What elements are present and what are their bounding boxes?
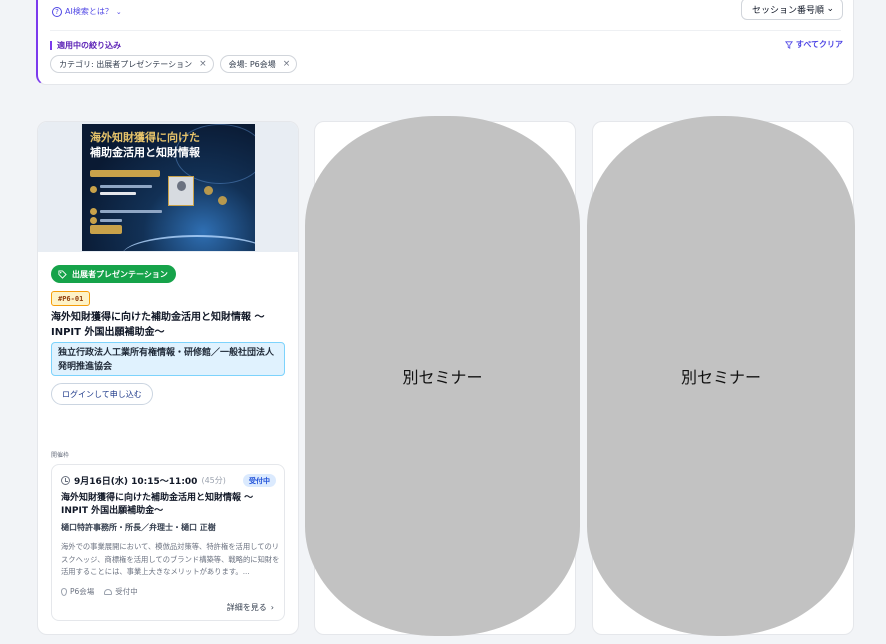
slot-duration: (45分) (201, 476, 226, 485)
chevron-down-icon: ⌄ (115, 7, 122, 16)
chevron-right-icon: › (270, 603, 274, 612)
details-link[interactable]: 詳細を見る › (227, 602, 274, 613)
sort-select[interactable]: セッション番号順 ⌄ (741, 0, 843, 20)
earth-glow (122, 235, 255, 251)
free-badge (90, 225, 122, 234)
clock-icon (61, 476, 70, 485)
filter-chip-category[interactable]: カテゴリ: 出展者プレゼンテーション × (50, 55, 214, 73)
overlay-label: 別セミナー (680, 368, 761, 387)
chip-label: 会場: P6会場 (228, 59, 276, 69)
details-link-label: 詳細を見る (226, 603, 267, 612)
close-icon[interactable]: × (199, 59, 207, 69)
thumbnail-line (100, 192, 136, 195)
session-title[interactable]: 海外知財獲得に向けた補助金活用と知財情報 〜INPIT 外国出願補助金〜 (51, 310, 291, 340)
speaker-photo (168, 176, 194, 206)
filter-chip-venue[interactable]: 会場: P6会場 × (219, 55, 298, 73)
question-icon: ? (52, 6, 62, 17)
people-icon (104, 588, 113, 595)
slot-time: 9月16日(水) 10:15〜11:00 (45分) (61, 474, 226, 487)
location-pin-icon (61, 587, 67, 596)
divider (50, 30, 841, 31)
thumbnail-title: 海外知財獲得に向けた 補助金活用と知財情報 (90, 130, 200, 160)
slot-venue-text: P6会場 (70, 587, 95, 596)
calendar-icon (90, 208, 97, 215)
clear-all-button[interactable]: すべてクリア (784, 39, 843, 50)
seminar-card: 海外知財獲得に向けた 補助金活用と知財情報 出展者プレゼンテーション #P6-0… (37, 121, 299, 635)
tag-icon (58, 269, 67, 279)
thumbnail-title-line2: 補助金活用と知財情報 (90, 146, 200, 159)
overlay-label: 別セミナー (402, 368, 483, 387)
session-code-badge: #P6-01 (51, 291, 91, 306)
chip-label: カテゴリ: 出展者プレゼンテーション (59, 59, 193, 69)
orb-graphic (204, 186, 213, 195)
session-slot-card[interactable]: 9月16日(水) 10:15〜11:00 (45分) 受付中 海外知財獲得に向け… (51, 464, 285, 621)
slots-section-label: 開催枠 (51, 452, 70, 459)
thumbnail-line (100, 185, 152, 188)
slot-time-text: 9月16日(水) 10:15〜11:00 (74, 477, 198, 487)
login-to-apply-button[interactable]: ログインして申し込む (51, 383, 153, 405)
filter-icon (784, 40, 793, 49)
slot-reception: 受付中 (104, 586, 138, 597)
thumbnail-title-line1: 海外知財獲得に向けた (90, 131, 200, 144)
redacted-seminar-overlay: 別セミナー (305, 116, 580, 636)
ai-help-label: AI検索とは？ (65, 7, 113, 16)
location-icon (90, 217, 97, 224)
slot-description: 海外での事業展開において、模倣品対策等、特許権を活用してのリスクヘッジ、商標権を… (61, 542, 280, 576)
slot-venue: P6会場 (61, 586, 94, 597)
thumbnail-line (100, 210, 162, 213)
organization-box: 独立行政法人工業所有権情報・研修館／一般社団法人発明推進協会 (51, 342, 285, 376)
sort-select-value: セッション番号順 (752, 5, 825, 16)
filter-chips: カテゴリ: 出展者プレゼンテーション × 会場: P6会場 × (50, 55, 298, 73)
speaker-icon (90, 186, 97, 193)
clear-all-label: すべてクリア (795, 40, 843, 49)
active-filters-title: 適用中の絞り込み (50, 40, 121, 51)
redacted-seminar-overlay: 別セミナー (587, 116, 855, 636)
category-badge: 出展者プレゼンテーション (51, 265, 176, 283)
chevron-down-icon: ⌄ (826, 4, 834, 14)
thumbnail-area: 海外知財獲得に向けた 補助金活用と知財情報 (38, 122, 298, 252)
seminar-thumbnail[interactable]: 海外知財獲得に向けた 補助金活用と知財情報 (82, 124, 255, 251)
status-badge: 受付中 (243, 474, 276, 487)
slot-speaker: 樋口特許事務所・所長／弁理士・樋口 正樹 (61, 523, 216, 532)
filter-panel: ? AI検索とは？ ⌄ セッション番号順 ⌄ 適用中の絞り込み すべてクリア カ… (36, 0, 854, 85)
ai-help-link[interactable]: ? AI検索とは？ ⌄ (52, 6, 122, 17)
accent-bar (50, 41, 52, 50)
slot-title: 海外知財獲得に向けた補助金活用と知財情報 〜INPIT 外国出願補助金〜 (61, 493, 254, 516)
slot-reception-text: 受付中 (115, 587, 138, 596)
active-filters-label: 適用中の絞り込み (57, 41, 121, 50)
close-icon[interactable]: × (283, 59, 291, 69)
orb-graphic (218, 196, 227, 205)
category-badge-label: 出展者プレゼンテーション (72, 269, 168, 279)
thumbnail-band (90, 170, 160, 177)
thumbnail-line (100, 219, 122, 222)
slot-meta: P6会場 受付中 (61, 586, 138, 597)
